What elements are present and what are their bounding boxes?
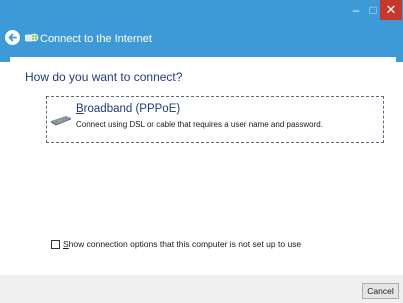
close-icon: ✕ [385,2,397,17]
window-title: Connect to the Internet [40,33,152,45]
minimize-icon: – [352,3,360,17]
option-title-rest: roadband (PPPoE) [83,103,181,115]
show-all-options-checkbox-row[interactable]: Show connection options that this comput… [51,239,301,249]
option-title-accel: B [76,103,84,115]
minimize-button[interactable]: – [346,0,366,20]
option-title: Broadband (PPPoE) [76,103,180,115]
maximize-icon: □ [369,3,377,17]
page-heading: How do you want to connect? [25,70,183,84]
network-globe-icon [25,33,39,42]
checkbox-label-rest: how connection options that this compute… [68,239,302,249]
modem-icon [51,116,71,126]
checkbox-label: Show connection options that this comput… [63,239,301,249]
back-button[interactable] [5,30,20,45]
broadband-pppoe-option[interactable]: Broadband (PPPoE) Connect using DSL or c… [46,96,384,143]
back-arrow-icon [8,33,17,42]
cancel-button[interactable]: Cancel [362,283,399,299]
title-bar [0,0,403,62]
close-button[interactable]: ✕ [380,0,402,20]
option-description: Connect using DSL or cable that requires… [76,120,323,129]
show-all-options-checkbox[interactable] [51,239,60,249]
footer-bar [0,275,403,303]
